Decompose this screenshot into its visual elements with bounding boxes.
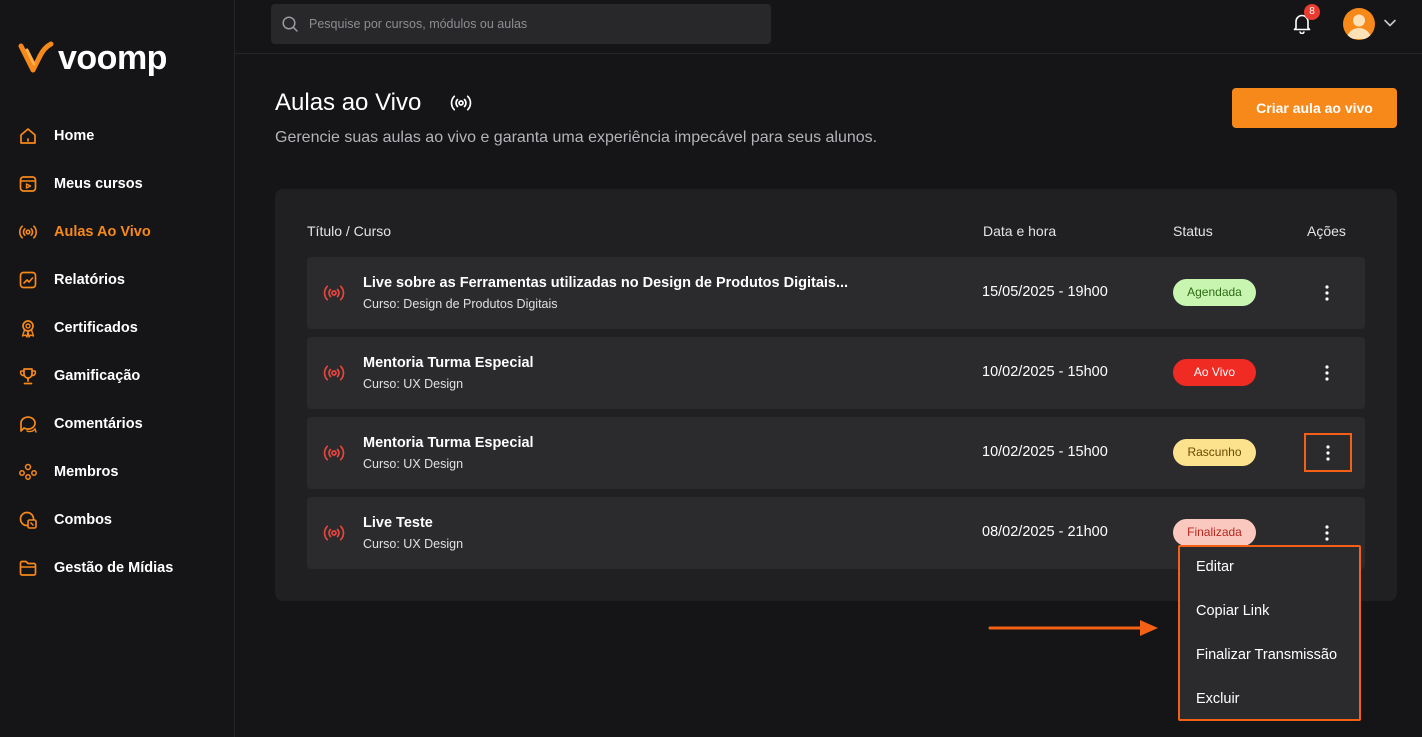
more-actions-button[interactable]: [1307, 279, 1347, 307]
sidebar-item-label: Comentários: [54, 416, 143, 432]
sidebar: voomp Home Meus cursos Aulas Ao Vivo Rel…: [0, 0, 235, 737]
sidebar-item-label: Combos: [54, 512, 112, 528]
combos-icon: [19, 511, 37, 529]
trophy-icon: [19, 368, 37, 385]
voomp-logo[interactable]: voomp: [18, 40, 167, 76]
menu-item-finalizar-transmissao[interactable]: Finalizar Transmissão: [1196, 647, 1337, 663]
more-actions-button[interactable]: [1307, 359, 1347, 387]
folder-icon: [19, 560, 37, 576]
sidebar-item-gestao-de-midias[interactable]: Gestão de Mídias: [18, 544, 228, 592]
topbar: 8: [235, 0, 1422, 54]
live-broadcast-icon: [450, 95, 472, 111]
sidebar-item-membros[interactable]: Membros: [18, 448, 228, 496]
table-row[interactable]: Mentoria Turma Especial Curso: UX Design…: [307, 337, 1365, 409]
sidebar-item-certificados[interactable]: Certificados: [18, 304, 228, 352]
search-input[interactable]: [309, 17, 749, 31]
voomp-logo-icon: [18, 41, 54, 73]
create-live-class-button[interactable]: Criar aula ao vivo: [1232, 88, 1397, 128]
row-title: Live sobre as Ferramentas utilizadas no …: [363, 275, 849, 291]
sidebar-item-aulas-ao-vivo[interactable]: Aulas Ao Vivo: [18, 208, 228, 256]
table-row[interactable]: Mentoria Turma Especial Curso: UX Design…: [307, 417, 1365, 489]
sidebar-item-label: Aulas Ao Vivo: [54, 224, 151, 240]
sidebar-item-label: Home: [54, 128, 95, 144]
user-avatar-icon: [1347, 14, 1371, 39]
sidebar-item-relatorios[interactable]: Relatórios: [18, 256, 228, 304]
avatar[interactable]: [1343, 8, 1375, 40]
row-course: Curso: UX Design: [363, 537, 464, 551]
annotation-arrow: [988, 620, 1158, 636]
row-course: Curso: UX Design: [363, 457, 464, 471]
row-course: Curso: UX Design: [363, 377, 464, 391]
row-date: 10/02/2025 - 15h00: [982, 364, 1108, 380]
sidebar-item-label: Membros: [54, 464, 119, 480]
sidebar-item-label: Relatórios: [54, 272, 125, 288]
search-icon: [282, 16, 298, 32]
reports-icon: [19, 271, 37, 289]
table-row[interactable]: Live sobre as Ferramentas utilizadas no …: [307, 257, 1365, 329]
menu-item-editar[interactable]: Editar: [1196, 559, 1234, 575]
sidebar-item-label: Meus cursos: [54, 176, 143, 192]
page-subtitle: Gerencie suas aulas ao vivo e garanta um…: [275, 129, 878, 146]
page-title: Aulas ao Vivo: [275, 89, 422, 116]
menu-item-excluir[interactable]: Excluir: [1196, 691, 1240, 707]
row-title: Mentoria Turma Especial: [363, 355, 534, 371]
status-badge: Agendada: [1173, 279, 1256, 306]
more-actions-button[interactable]: [1307, 519, 1347, 547]
more-vertical-icon: [1325, 285, 1329, 301]
menu-item-copiar-link[interactable]: Copiar Link: [1196, 603, 1269, 619]
notification-count-badge: 8: [1304, 4, 1320, 20]
row-title: Mentoria Turma Especial: [363, 435, 534, 451]
live-classes-table: Título / Curso Data e hora Status Ações …: [275, 189, 1397, 601]
sidebar-nav: Home Meus cursos Aulas Ao Vivo Relatório…: [18, 112, 228, 592]
sidebar-item-meus-cursos[interactable]: Meus cursos: [18, 160, 228, 208]
status-badge: Ao Vivo: [1173, 359, 1256, 386]
sidebar-item-label: Certificados: [54, 320, 138, 336]
column-header-date: Data e hora: [983, 223, 1057, 239]
column-header-title: Título / Curso: [307, 223, 392, 239]
live-broadcast-icon: [323, 445, 345, 461]
status-badge: Finalizada: [1173, 519, 1256, 546]
status-badge: Rascunho: [1173, 439, 1256, 466]
live-broadcast-icon: [323, 365, 345, 381]
more-vertical-icon: [1325, 525, 1329, 541]
row-actions-menu: Editar Copiar Link Finalizar Transmissão…: [1178, 545, 1361, 721]
search-bar[interactable]: [271, 4, 771, 44]
sidebar-item-combos[interactable]: Combos: [18, 496, 228, 544]
chevron-down-icon[interactable]: [1383, 16, 1397, 30]
sidebar-item-label: Gamificação: [54, 368, 141, 384]
members-icon: [19, 463, 37, 480]
sidebar-item-comentarios[interactable]: Comentários: [18, 400, 228, 448]
column-header-status: Status: [1173, 223, 1213, 239]
row-date: 10/02/2025 - 15h00: [982, 444, 1108, 460]
more-vertical-icon: [1325, 365, 1329, 381]
more-vertical-icon: [1326, 444, 1330, 461]
live-broadcast-icon: [323, 525, 345, 541]
row-date: 15/05/2025 - 19h00: [982, 284, 1108, 300]
live-icon: [19, 225, 37, 239]
sidebar-item-home[interactable]: Home: [18, 112, 228, 160]
sidebar-item-label: Gestão de Mídias: [54, 560, 174, 576]
row-course: Curso: Design de Produtos Digitais: [363, 297, 558, 311]
comments-icon: [20, 416, 37, 433]
home-icon: [20, 128, 36, 144]
live-broadcast-icon: [323, 285, 345, 301]
sidebar-item-gamificacao[interactable]: Gamificação: [18, 352, 228, 400]
certificate-icon: [21, 320, 35, 338]
column-header-actions: Ações: [1307, 223, 1346, 239]
row-title: Live Teste: [363, 515, 433, 531]
courses-icon: [19, 176, 37, 192]
more-actions-button-highlighted[interactable]: [1304, 433, 1352, 472]
brand-name: voomp: [58, 39, 167, 77]
row-date: 08/02/2025 - 21h00: [982, 524, 1108, 540]
